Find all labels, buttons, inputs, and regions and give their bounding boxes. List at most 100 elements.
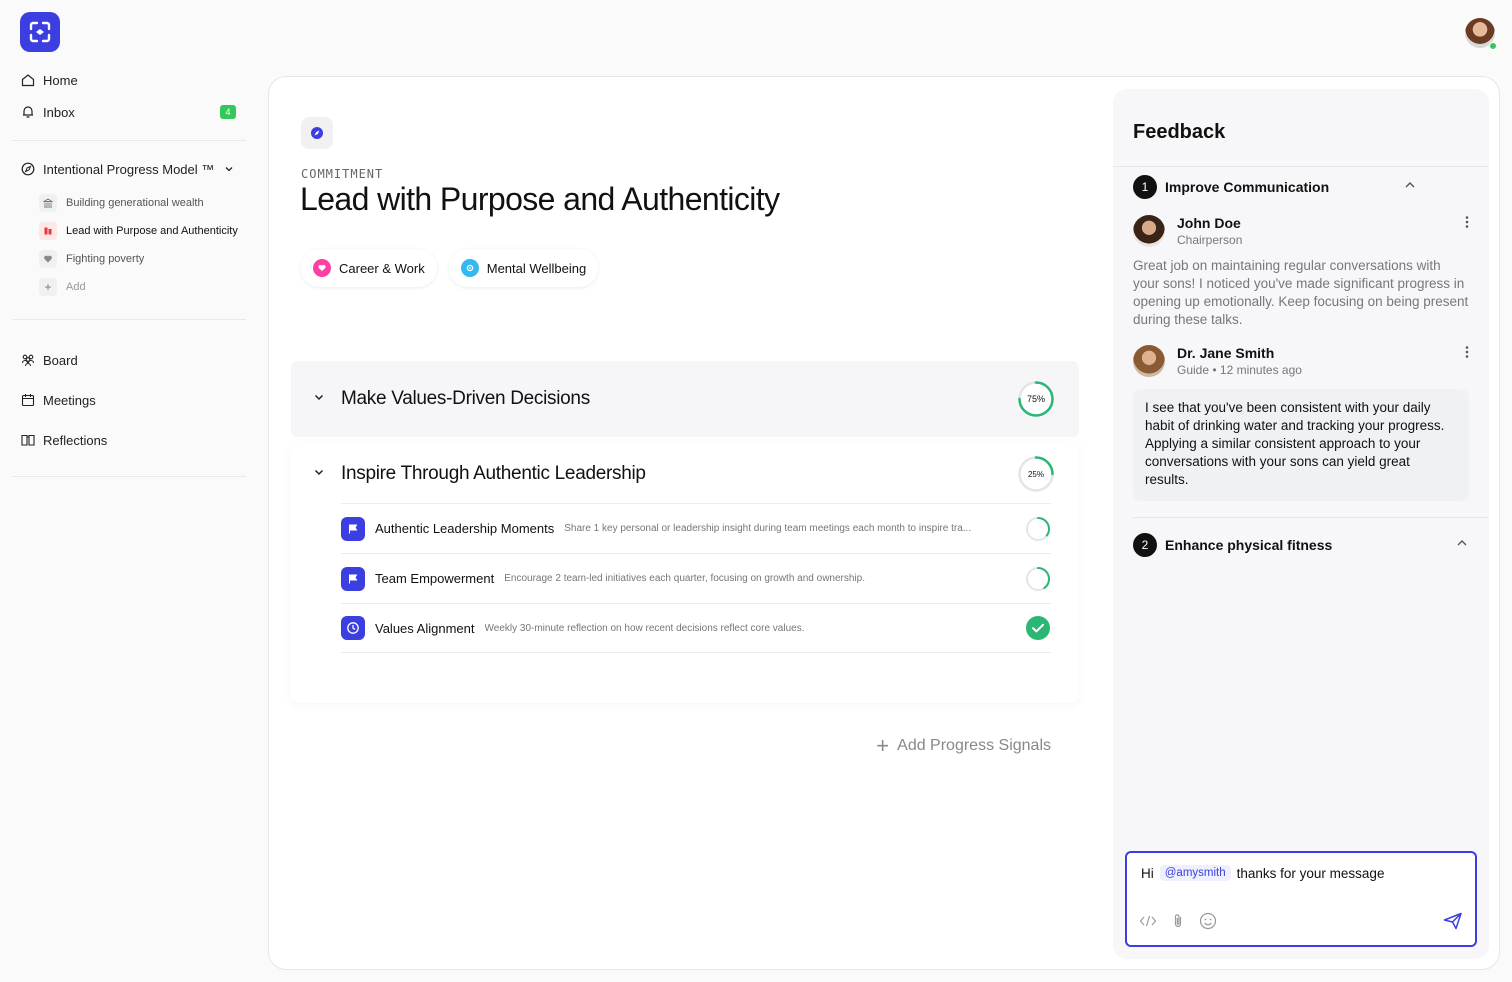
bell-icon <box>20 104 36 120</box>
signal-progress-ring <box>1026 516 1050 541</box>
signal-row[interactable]: Authentic Leadership Moments Share 1 key… <box>341 503 1051 553</box>
signal-progress-ring <box>1026 566 1050 591</box>
author-name: John Doe <box>1177 215 1241 231</box>
app-logo[interactable] <box>20 12 60 52</box>
sidebar-divider <box>12 476 246 477</box>
section-title: Make Values-Driven Decisions <box>341 388 590 409</box>
model-selector-label: Intentional Progress Model ™ <box>43 161 215 177</box>
progress-ring: 25% <box>1017 455 1055 493</box>
nav-home-label: Home <box>43 72 78 88</box>
bank-icon <box>39 194 57 212</box>
user-avatar[interactable] <box>1465 18 1497 50</box>
nav-home[interactable]: Home <box>12 64 246 96</box>
emoji-icon[interactable] <box>1199 912 1217 935</box>
topic-number: 2 <box>1133 533 1157 557</box>
progress-ring: 75% <box>1017 380 1055 418</box>
commitment-icon <box>301 117 333 149</box>
tag-label: Career & Work <box>339 260 425 276</box>
attachment-icon[interactable] <box>1171 913 1185 934</box>
send-icon[interactable] <box>1443 912 1463 935</box>
signal-name: Team Empowerment <box>375 571 495 586</box>
section-header[interactable]: Inspire Through Authentic Leadership 25% <box>291 441 1079 507</box>
author-role: Chairperson <box>1177 233 1243 247</box>
feedback-divider <box>1133 517 1489 518</box>
progress-label: 25% <box>1027 469 1044 479</box>
plus-icon: + <box>39 278 57 296</box>
inbox-count-badge: 4 <box>220 105 236 119</box>
heart-icon <box>313 259 331 277</box>
feedback-panel: Feedback 1 Improve Communication John Do… <box>1113 89 1489 959</box>
code-icon[interactable] <box>1139 914 1157 933</box>
add-commitment-label: Add <box>66 281 86 293</box>
composer-input[interactable]: Hi @amysmith thanks for your message <box>1141 865 1384 881</box>
nav-board[interactable]: Board <box>12 340 246 380</box>
signal-description: Weekly 30-minute reflection on how recen… <box>484 622 805 634</box>
compass-icon <box>20 161 36 177</box>
chevron-down-icon[interactable] <box>313 390 327 408</box>
avatar <box>1133 345 1165 377</box>
nav-reflections[interactable]: Reflections <box>12 420 246 460</box>
chevron-up-icon[interactable] <box>1455 536 1469 555</box>
tag-career-work[interactable]: Career & Work <box>301 249 437 287</box>
signal-description: Encourage 2 team-led initiatives each qu… <box>504 573 865 584</box>
nav-inbox[interactable]: Inbox 4 <box>12 96 246 128</box>
topic-name: Improve Communication <box>1165 179 1330 195</box>
tag-list: Career & Work Mental Wellbeing <box>301 249 599 287</box>
commitment-kicker: COMMITMENT <box>301 167 384 181</box>
section-values-driven[interactable]: Make Values-Driven Decisions 75% <box>291 361 1079 437</box>
check-circle-icon <box>1026 616 1050 640</box>
signal-description: Share 1 key personal or leadership insig… <box>564 523 972 534</box>
commitment-item-poverty[interactable]: Fighting poverty <box>12 245 246 273</box>
model-selector[interactable]: Intentional Progress Model ™ <box>12 153 246 185</box>
signal-row[interactable]: Values Alignment Weekly 30-minute reflec… <box>341 603 1051 653</box>
composer-toolbar <box>1139 912 1217 935</box>
more-options-icon[interactable] <box>1465 215 1469 231</box>
signal-name: Values Alignment <box>375 620 475 636</box>
brain-icon <box>460 259 479 277</box>
nav-meetings[interactable]: Meetings <box>12 380 246 420</box>
topic-number: 1 <box>1133 175 1157 199</box>
section-title: Inspire Through Authentic Leadership <box>341 463 646 484</box>
commitment-label: Building generational wealth <box>66 197 204 209</box>
flag-icon <box>341 516 365 541</box>
mention-chip[interactable]: @amysmith <box>1159 865 1231 881</box>
tag-mental-wellbeing[interactable]: Mental Wellbeing <box>448 249 599 287</box>
chevron-down-icon <box>224 162 234 177</box>
clock-icon <box>341 616 365 640</box>
sidebar-divider <box>12 319 246 320</box>
comment-text: Great job on maintaining regular convers… <box>1133 258 1469 327</box>
open-book-icon <box>20 432 36 448</box>
composer-text-suffix: thanks for your message <box>1236 865 1385 881</box>
chevron-down-icon[interactable] <box>313 465 327 483</box>
avatar <box>1133 215 1165 247</box>
chevron-up-icon[interactable] <box>1403 178 1417 197</box>
commitment-item-wealth[interactable]: Building generational wealth <box>12 189 246 217</box>
commitment-item-purpose[interactable]: Lead with Purpose and Authenticity <box>12 217 246 245</box>
comment-author: Dr. Jane Smith Guide • 12 minutes ago <box>1133 345 1469 377</box>
book-icon <box>39 222 57 240</box>
signal-name: Authentic Leadership Moments <box>375 521 555 536</box>
topic-name: Enhance physical fitness <box>1165 537 1333 553</box>
navigation-icon <box>311 127 323 139</box>
add-commitment-button[interactable]: + Add <box>12 273 246 301</box>
page-title: Lead with Purpose and Authenticity <box>300 181 780 217</box>
feedback-divider <box>1113 166 1489 167</box>
author-role: Guide • 12 minutes ago <box>1177 363 1302 377</box>
add-progress-signals-button[interactable]: + Add Progress Signals <box>876 733 1051 759</box>
feedback-topic[interactable]: 2 Enhance physical fitness <box>1133 533 1469 557</box>
commitment-label: Fighting poverty <box>66 253 145 265</box>
signal-row[interactable]: Team Empowerment Encourage 2 team-led in… <box>341 553 1051 603</box>
author-name: Dr. Jane Smith <box>1177 345 1275 361</box>
add-progress-signals-label: Add Progress Signals <box>897 737 1051 754</box>
people-icon <box>20 352 36 368</box>
feedback-topic[interactable]: 1 Improve Communication <box>1133 175 1469 199</box>
message-composer[interactable]: Hi @amysmith thanks for your message <box>1125 851 1477 947</box>
logo-icon <box>29 21 51 43</box>
nav-inbox-label: Inbox <box>43 104 75 120</box>
sidebar-divider <box>12 140 246 141</box>
calendar-icon <box>20 392 36 408</box>
comment-author: John Doe Chairperson <box>1133 215 1469 247</box>
home-icon <box>20 72 36 88</box>
plus-icon: + <box>876 733 890 758</box>
more-options-icon[interactable] <box>1465 345 1469 361</box>
